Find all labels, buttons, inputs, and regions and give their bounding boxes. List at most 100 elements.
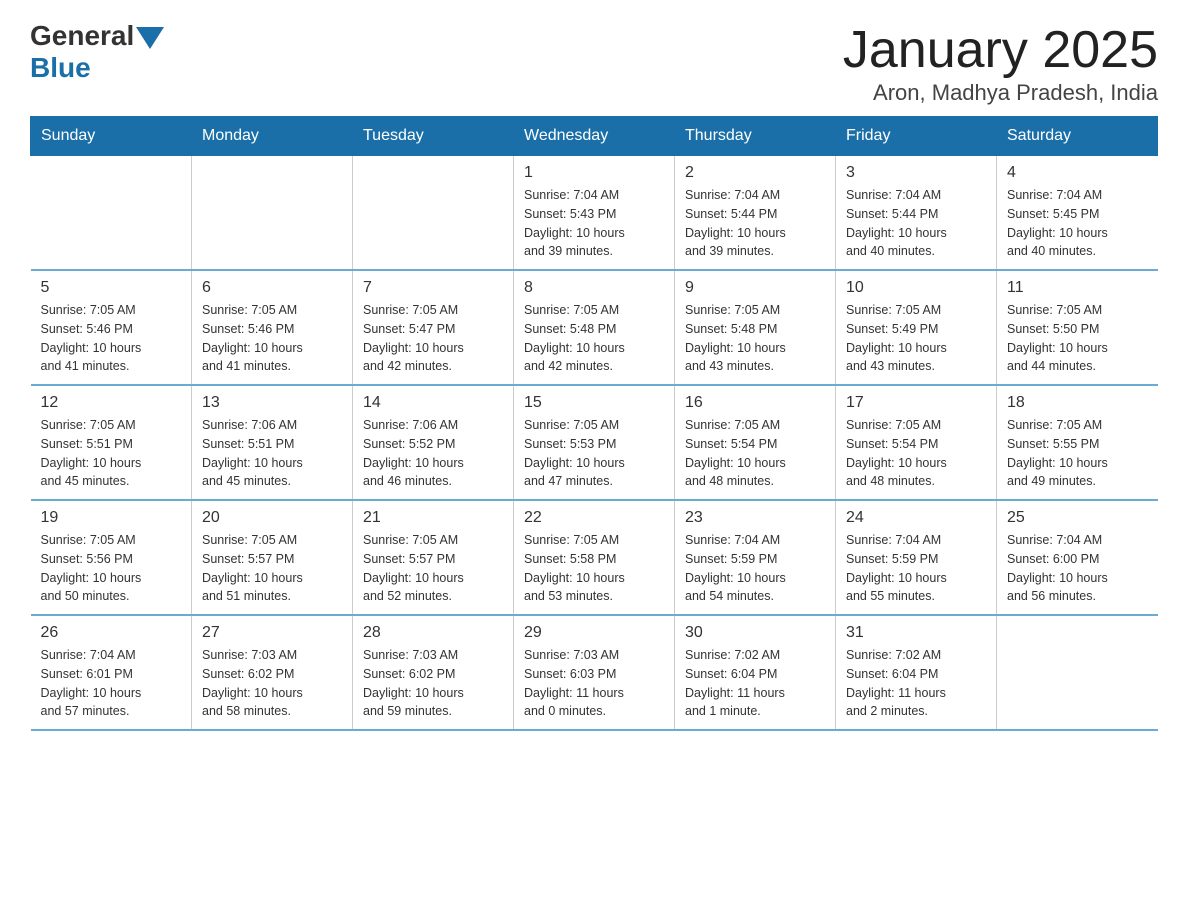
day-number: 5 [41,279,182,297]
calendar-cell: 6 Sunrise: 7:05 AM Sunset: 5:46 PM Daylig… [192,270,353,385]
calendar-cell [192,156,353,271]
day-number: 11 [1007,279,1148,297]
calendar-subtitle: Aron, Madhya Pradesh, India [843,80,1158,106]
weekday-header-saturday: Saturday [997,117,1158,156]
calendar-cell: 31 Sunrise: 7:02 AM Sunset: 6:04 PM Dayli… [836,615,997,730]
calendar-cell: 27Sunrise: 7:03 AM Sunset: 6:02 PM Dayli… [192,615,353,730]
day-number: 23 [685,509,825,527]
calendar-cell: 19 Sunrise: 7:05 AM Sunset: 5:56 PM Dayli… [31,500,192,615]
day-info: Sunrise: 7:05 AM Sunset: 5:54 PM Dayligh… [846,416,986,491]
calendar-cell: 12 Sunrise: 7:05 AM Sunset: 5:51 PM Dayli… [31,385,192,500]
day-info: Sunrise: 7:05 AM Sunset: 5:58 PM Dayligh… [524,531,664,606]
weekday-header-sunday: Sunday [31,117,192,156]
calendar-cell: 14Sunrise: 7:06 AM Sunset: 5:52 PM Dayli… [353,385,514,500]
calendar-cell [31,156,192,271]
calendar-cell: 13 Sunrise: 7:06 AM Sunset: 5:51 PM Dayli… [192,385,353,500]
day-info: Sunrise: 7:04 AM Sunset: 6:01 PM Dayligh… [41,646,182,721]
calendar-week-row: 26 Sunrise: 7:04 AM Sunset: 6:01 PM Dayli… [31,615,1158,730]
day-info: Sunrise: 7:05 AM Sunset: 5:48 PM Dayligh… [685,301,825,376]
calendar-cell: 17 Sunrise: 7:05 AM Sunset: 5:54 PM Dayli… [836,385,997,500]
title-section: January 2025 Aron, Madhya Pradesh, India [843,20,1158,106]
day-info: Sunrise: 7:05 AM Sunset: 5:56 PM Dayligh… [41,531,182,606]
day-number: 6 [202,279,342,297]
logo-general-text: General [30,20,134,52]
day-info: Sunrise: 7:05 AM Sunset: 5:46 PM Dayligh… [202,301,342,376]
calendar-week-row: 5 Sunrise: 7:05 AM Sunset: 5:46 PM Daylig… [31,270,1158,385]
weekday-header-friday: Friday [836,117,997,156]
day-info: Sunrise: 7:05 AM Sunset: 5:48 PM Dayligh… [524,301,664,376]
calendar-cell: 11 Sunrise: 7:05 AM Sunset: 5:50 PM Dayli… [997,270,1158,385]
day-number: 15 [524,394,664,412]
calendar-week-row: 1Sunrise: 7:04 AM Sunset: 5:43 PM Daylig… [31,156,1158,271]
calendar-cell: 26 Sunrise: 7:04 AM Sunset: 6:01 PM Dayli… [31,615,192,730]
day-number: 28 [363,624,503,642]
calendar-cell: 9 Sunrise: 7:05 AM Sunset: 5:48 PM Daylig… [675,270,836,385]
day-info: Sunrise: 7:02 AM Sunset: 6:04 PM Dayligh… [685,646,825,721]
day-info: Sunrise: 7:06 AM Sunset: 5:51 PM Dayligh… [202,416,342,491]
day-info: Sunrise: 7:05 AM Sunset: 5:50 PM Dayligh… [1007,301,1148,376]
day-number: 12 [41,394,182,412]
day-info: Sunrise: 7:03 AM Sunset: 6:02 PM Dayligh… [202,646,342,721]
day-number: 24 [846,509,986,527]
calendar-cell: 15 Sunrise: 7:05 AM Sunset: 5:53 PM Dayli… [514,385,675,500]
calendar-week-row: 12 Sunrise: 7:05 AM Sunset: 5:51 PM Dayli… [31,385,1158,500]
day-info: Sunrise: 7:05 AM Sunset: 5:53 PM Dayligh… [524,416,664,491]
day-number: 19 [41,509,182,527]
day-number: 29 [524,624,664,642]
calendar-table: SundayMondayTuesdayWednesdayThursdayFrid… [30,116,1158,731]
weekday-header-wednesday: Wednesday [514,117,675,156]
day-number: 31 [846,624,986,642]
calendar-cell: 4Sunrise: 7:04 AM Sunset: 5:45 PM Daylig… [997,156,1158,271]
day-number: 21 [363,509,503,527]
calendar-cell: 30Sunrise: 7:02 AM Sunset: 6:04 PM Dayli… [675,615,836,730]
calendar-cell: 24 Sunrise: 7:04 AM Sunset: 5:59 PM Dayli… [836,500,997,615]
day-number: 14 [363,394,503,412]
logo-triangle-icon [136,27,164,49]
calendar-cell: 20Sunrise: 7:05 AM Sunset: 5:57 PM Dayli… [192,500,353,615]
day-info: Sunrise: 7:05 AM Sunset: 5:54 PM Dayligh… [685,416,825,491]
day-info: Sunrise: 7:04 AM Sunset: 5:59 PM Dayligh… [846,531,986,606]
day-info: Sunrise: 7:04 AM Sunset: 6:00 PM Dayligh… [1007,531,1148,606]
calendar-cell: 23 Sunrise: 7:04 AM Sunset: 5:59 PM Dayli… [675,500,836,615]
day-info: Sunrise: 7:05 AM Sunset: 5:49 PM Dayligh… [846,301,986,376]
day-number: 25 [1007,509,1148,527]
day-info: Sunrise: 7:04 AM Sunset: 5:59 PM Dayligh… [685,531,825,606]
day-info: Sunrise: 7:05 AM Sunset: 5:57 PM Dayligh… [202,531,342,606]
day-info: Sunrise: 7:02 AM Sunset: 6:04 PM Dayligh… [846,646,986,721]
weekday-header-thursday: Thursday [675,117,836,156]
day-number: 3 [846,164,986,182]
logo-blue-text: Blue [30,52,91,84]
calendar-cell: 3 Sunrise: 7:04 AM Sunset: 5:44 PM Daylig… [836,156,997,271]
calendar-cell: 28 Sunrise: 7:03 AM Sunset: 6:02 PM Dayli… [353,615,514,730]
day-info: Sunrise: 7:05 AM Sunset: 5:51 PM Dayligh… [41,416,182,491]
day-number: 10 [846,279,986,297]
day-info: Sunrise: 7:04 AM Sunset: 5:44 PM Dayligh… [685,186,825,261]
calendar-body: 1Sunrise: 7:04 AM Sunset: 5:43 PM Daylig… [31,156,1158,731]
day-info: Sunrise: 7:05 AM Sunset: 5:55 PM Dayligh… [1007,416,1148,491]
day-info: Sunrise: 7:04 AM Sunset: 5:44 PM Dayligh… [846,186,986,261]
calendar-cell [997,615,1158,730]
calendar-title: January 2025 [843,20,1158,80]
page-header: General Blue January 2025 Aron, Madhya P… [30,20,1158,106]
weekday-header-tuesday: Tuesday [353,117,514,156]
calendar-cell: 16Sunrise: 7:05 AM Sunset: 5:54 PM Dayli… [675,385,836,500]
day-info: Sunrise: 7:05 AM Sunset: 5:47 PM Dayligh… [363,301,503,376]
day-number: 13 [202,394,342,412]
day-number: 26 [41,624,182,642]
day-info: Sunrise: 7:03 AM Sunset: 6:03 PM Dayligh… [524,646,664,721]
logo: General Blue [30,20,166,84]
calendar-cell: 2Sunrise: 7:04 AM Sunset: 5:44 PM Daylig… [675,156,836,271]
weekday-header-row: SundayMondayTuesdayWednesdayThursdayFrid… [31,117,1158,156]
day-number: 9 [685,279,825,297]
calendar-cell: 10 Sunrise: 7:05 AM Sunset: 5:49 PM Dayli… [836,270,997,385]
day-number: 22 [524,509,664,527]
weekday-header-monday: Monday [192,117,353,156]
calendar-cell: 22 Sunrise: 7:05 AM Sunset: 5:58 PM Dayli… [514,500,675,615]
day-number: 8 [524,279,664,297]
calendar-cell: 5 Sunrise: 7:05 AM Sunset: 5:46 PM Daylig… [31,270,192,385]
day-info: Sunrise: 7:03 AM Sunset: 6:02 PM Dayligh… [363,646,503,721]
calendar-cell: 8 Sunrise: 7:05 AM Sunset: 5:48 PM Daylig… [514,270,675,385]
day-number: 17 [846,394,986,412]
day-info: Sunrise: 7:04 AM Sunset: 5:45 PM Dayligh… [1007,186,1148,261]
day-info: Sunrise: 7:05 AM Sunset: 5:46 PM Dayligh… [41,301,182,376]
